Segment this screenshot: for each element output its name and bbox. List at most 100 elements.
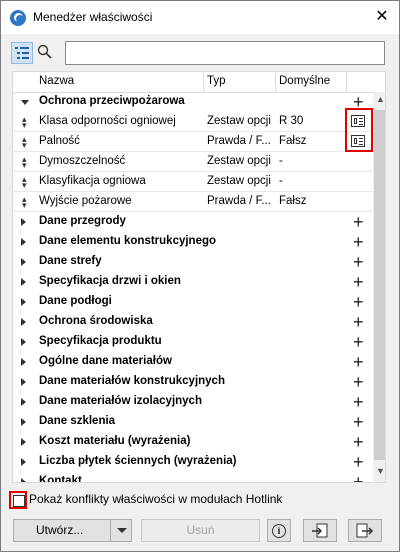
row-name: Dymoszczelność bbox=[39, 155, 126, 167]
caret-right-icon[interactable] bbox=[21, 418, 26, 426]
export-button[interactable] bbox=[348, 519, 382, 542]
row-default: - bbox=[279, 155, 283, 167]
row-name: Ochrona środowiska bbox=[39, 315, 153, 327]
search-icon[interactable] bbox=[37, 44, 53, 60]
group-row[interactable]: Ochrona środowiska + bbox=[13, 312, 373, 332]
column-header-name[interactable]: Nazwa bbox=[39, 75, 74, 87]
caret-right-icon[interactable] bbox=[21, 238, 26, 246]
add-property-icon[interactable]: + bbox=[353, 392, 364, 413]
list-view-button[interactable] bbox=[11, 42, 33, 64]
property-row[interactable]: ▴ ▾ Dymoszczelność Zestaw opcji - bbox=[13, 152, 373, 172]
caret-right-icon[interactable] bbox=[21, 458, 26, 466]
reorder-handle-icon[interactable]: ▴ ▾ bbox=[22, 195, 27, 210]
add-property-icon[interactable]: + bbox=[353, 332, 364, 353]
caret-right-icon[interactable] bbox=[21, 398, 26, 406]
export-icon bbox=[356, 523, 374, 538]
group-row[interactable]: Dane podłogi + bbox=[13, 292, 373, 312]
row-default: Fałsz bbox=[279, 135, 307, 147]
property-row[interactable]: ▴ ▾ Palność Prawda / F... Fałsz bbox=[13, 132, 373, 152]
scroll-up-icon[interactable]: ▲ bbox=[376, 94, 385, 104]
row-name: Ochrona przeciwpożarowa bbox=[39, 95, 185, 107]
column-divider[interactable] bbox=[275, 72, 276, 92]
caret-down-icon[interactable] bbox=[21, 100, 29, 105]
row-type: Zestaw opcji bbox=[207, 115, 271, 127]
caret-right-icon[interactable] bbox=[21, 438, 26, 446]
column-divider[interactable] bbox=[346, 72, 347, 92]
row-default: R 30 bbox=[279, 115, 304, 127]
reorder-handle-icon[interactable]: ▴ ▾ bbox=[22, 115, 27, 130]
row-name: Kontakt bbox=[39, 475, 82, 483]
highlight-frame bbox=[345, 108, 373, 152]
scroll-thumb[interactable] bbox=[374, 110, 385, 460]
caret-right-icon[interactable] bbox=[21, 338, 26, 346]
add-property-icon[interactable]: + bbox=[353, 372, 364, 393]
search-input[interactable] bbox=[65, 41, 385, 65]
add-property-icon[interactable]: + bbox=[353, 352, 364, 373]
group-row[interactable]: Dane przegrody + bbox=[13, 212, 373, 232]
add-property-icon[interactable]: + bbox=[353, 452, 364, 473]
chevron-down-icon[interactable] bbox=[117, 528, 127, 533]
add-property-icon[interactable]: + bbox=[353, 412, 364, 433]
property-row[interactable]: ▴ ▾ Klasa odporności ogniowej Zestaw opcji R… bbox=[13, 112, 373, 132]
caret-right-icon[interactable] bbox=[21, 278, 26, 286]
add-property-icon[interactable]: + bbox=[353, 252, 364, 273]
add-property-icon[interactable]: + bbox=[353, 312, 364, 333]
properties-table: Nazwa Typ Domyślne Ochrona przeciwpożaro… bbox=[12, 71, 386, 483]
caret-right-icon[interactable] bbox=[21, 298, 26, 306]
close-icon[interactable]: ✕ bbox=[365, 1, 399, 34]
group-row[interactable]: Dane materiałów izolacyjnych + bbox=[13, 392, 373, 412]
group-row[interactable]: Dane strefy + bbox=[13, 252, 373, 272]
row-name: Dane materiałów izolacyjnych bbox=[39, 395, 202, 407]
add-property-icon[interactable]: + bbox=[353, 432, 364, 453]
caret-right-icon[interactable] bbox=[21, 358, 26, 366]
delete-button[interactable]: Usuń bbox=[141, 519, 260, 542]
column-divider[interactable] bbox=[203, 72, 204, 92]
add-property-icon[interactable]: + bbox=[353, 232, 364, 253]
group-row[interactable]: Specyfikacja produktu + bbox=[13, 332, 373, 352]
reorder-handle-icon[interactable]: ▴ ▾ bbox=[22, 155, 27, 170]
add-property-icon[interactable]: + bbox=[353, 272, 364, 293]
group-row[interactable]: Dane materiałów konstrukcyjnych + bbox=[13, 372, 373, 392]
reorder-handle-icon[interactable]: ▴ ▾ bbox=[22, 135, 27, 150]
create-button[interactable]: Utwórz... bbox=[13, 519, 132, 542]
import-icon bbox=[312, 523, 328, 538]
column-header-type[interactable]: Typ bbox=[207, 75, 226, 87]
show-conflicts-checkbox[interactable] bbox=[13, 495, 25, 507]
row-name: Dane podłogi bbox=[39, 295, 112, 307]
vertical-scrollbar[interactable]: ▲ ▼ bbox=[373, 92, 385, 482]
row-name: Specyfikacja produktu bbox=[39, 335, 162, 347]
group-row[interactable]: Ogólne dane materiałów + bbox=[13, 352, 373, 372]
caret-right-icon[interactable] bbox=[21, 478, 26, 482]
table-header: Nazwa Typ Domyślne bbox=[13, 72, 373, 93]
reorder-handle-icon[interactable]: ▴ ▾ bbox=[22, 175, 27, 190]
info-button[interactable]: i bbox=[267, 519, 291, 542]
group-row[interactable]: Ochrona przeciwpożarowa + bbox=[13, 92, 373, 112]
caret-right-icon[interactable] bbox=[21, 378, 26, 386]
row-name: Klasyfikacja ogniowa bbox=[39, 175, 146, 187]
row-default: - bbox=[279, 175, 283, 187]
property-row[interactable]: ▴ ▾ Klasyfikacja ogniowa Zestaw opcji - bbox=[13, 172, 373, 192]
caret-right-icon[interactable] bbox=[21, 218, 26, 226]
scroll-down-icon[interactable]: ▼ bbox=[376, 466, 385, 476]
list-tree-icon bbox=[15, 47, 29, 59]
add-property-icon[interactable]: + bbox=[353, 292, 364, 313]
row-name: Dane materiałów konstrukcyjnych bbox=[39, 375, 225, 387]
row-type: Prawda / F... bbox=[207, 135, 271, 147]
group-row[interactable]: Koszt materiału (wyrażenia) + bbox=[13, 432, 373, 452]
row-name: Koszt materiału (wyrażenia) bbox=[39, 435, 191, 447]
group-row[interactable]: Dane szklenia + bbox=[13, 412, 373, 432]
group-row[interactable]: Kontakt + bbox=[13, 472, 373, 483]
group-row[interactable]: Dane elementu konstrukcyjnego + bbox=[13, 232, 373, 252]
caret-right-icon[interactable] bbox=[21, 318, 26, 326]
show-conflicts-label[interactable]: Pokaż konflikty właściwości w modułach H… bbox=[29, 492, 282, 506]
property-row[interactable]: ▴ ▾ Wyjście pożarowe Prawda / F... Fałsz bbox=[13, 192, 373, 212]
row-default: Fałsz bbox=[279, 195, 307, 207]
add-property-icon[interactable]: + bbox=[353, 212, 364, 233]
group-row[interactable]: Specyfikacja drzwi i okien + bbox=[13, 272, 373, 292]
group-row[interactable]: Liczba płytek ściennych (wyrażenia) + bbox=[13, 452, 373, 472]
row-name: Wyjście pożarowe bbox=[39, 195, 132, 207]
add-property-icon[interactable]: + bbox=[353, 472, 364, 482]
caret-right-icon[interactable] bbox=[21, 258, 26, 266]
import-button[interactable] bbox=[303, 519, 337, 542]
column-header-default[interactable]: Domyślne bbox=[279, 75, 330, 87]
